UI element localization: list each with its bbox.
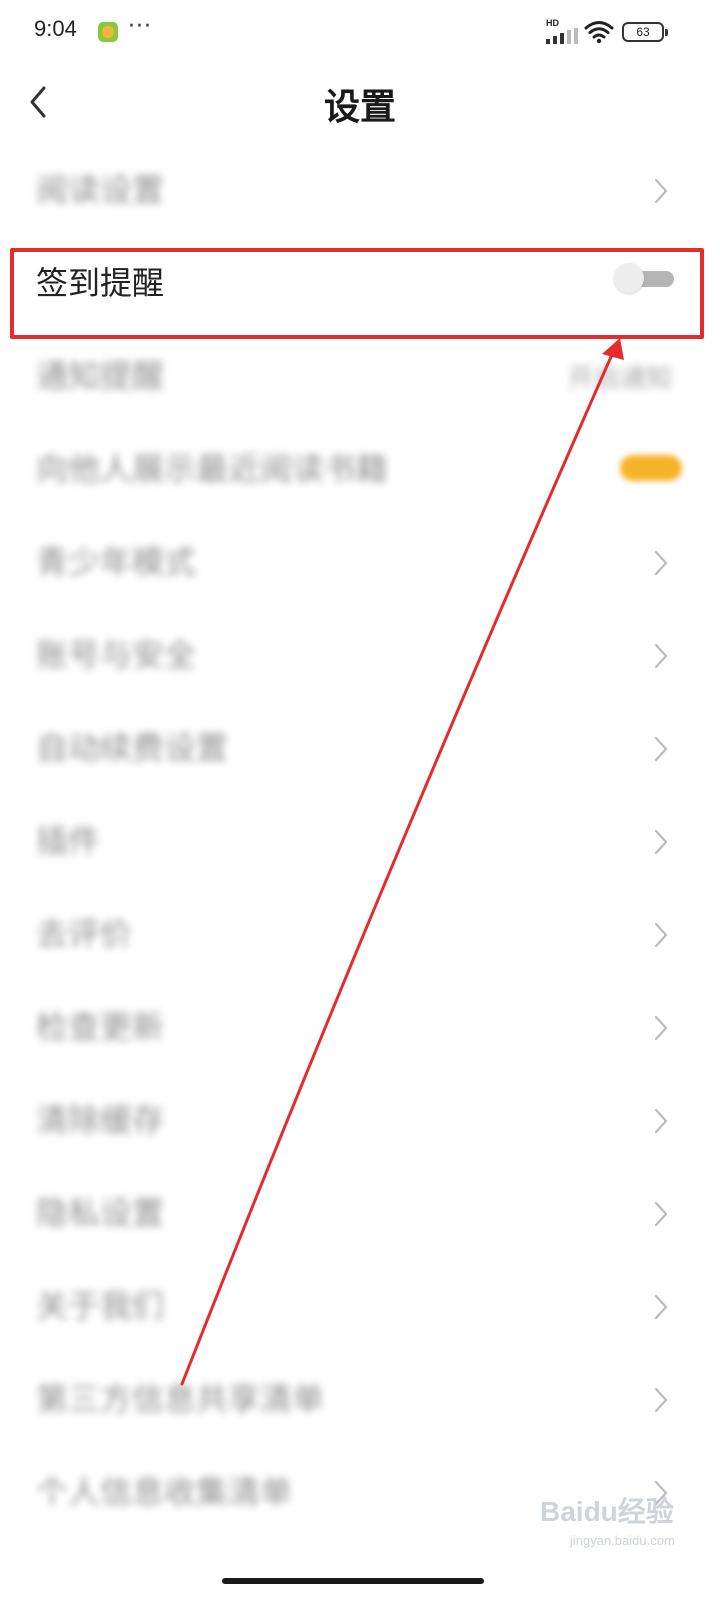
chevron-right-icon — [654, 1201, 668, 1227]
chevron-right-icon — [654, 1294, 668, 1320]
settings-row[interactable]: 通知提醒 开启通知 — [0, 330, 720, 423]
settings-row-value: 开启通知 — [567, 364, 672, 394]
settings-row[interactable]: 隐私设置 — [0, 1167, 720, 1260]
settings-row[interactable]: 检查更新 — [0, 981, 720, 1074]
settings-row-label: 去评价 — [36, 915, 133, 953]
page-title: 设置 — [323, 87, 396, 128]
chevron-right-icon — [654, 550, 668, 576]
settings-row-label: 隐私设置 — [36, 1194, 165, 1232]
settings-row[interactable]: 插件 — [0, 795, 720, 888]
more-notifications-icon: ··· — [128, 14, 152, 39]
settings-row-label: 阅读设置 — [36, 171, 165, 209]
settings-row[interactable]: 自动续费设置 — [0, 702, 720, 795]
settings-row[interactable]: 第三方信息共享清单 — [0, 1353, 720, 1446]
settings-row-label: 自动续费设置 — [36, 729, 229, 767]
settings-row-label: 个人信息收集清单 — [36, 1473, 293, 1511]
settings-row-label: 清除缓存 — [36, 1101, 165, 1139]
settings-row-label: 通知提醒 — [36, 357, 165, 395]
chevron-right-icon — [654, 178, 668, 204]
settings-row[interactable]: 青少年模式 — [0, 516, 720, 609]
sign-in-reminder-toggle[interactable] — [614, 263, 674, 293]
status-time: 9:04 — [34, 16, 77, 41]
chevron-right-icon — [654, 922, 668, 948]
toggle-knob — [614, 263, 644, 293]
settings-list: 阅读设置签到提醒通知提醒 开启通知向他人展示最近阅读书籍 青少年模式账号与安全自动续… — [0, 144, 720, 1539]
settings-row[interactable]: 关于我们 — [0, 1260, 720, 1353]
settings-row[interactable]: 签到提醒 — [0, 237, 720, 330]
settings-row-label: 关于我们 — [36, 1287, 165, 1325]
settings-row[interactable]: 清除缓存 — [0, 1074, 720, 1167]
watermark-url: jingyan.baidu.com — [570, 1533, 675, 1548]
settings-row[interactable]: 阅读设置 — [0, 144, 720, 237]
settings-row[interactable]: 去评价 — [0, 888, 720, 981]
settings-row-label: 第三方信息共享清单 — [36, 1380, 325, 1418]
chevron-right-icon — [654, 1387, 668, 1413]
app-header: 设置 — [0, 64, 720, 144]
settings-row-label: 检查更新 — [36, 1008, 165, 1046]
home-indicator[interactable] — [222, 1578, 484, 1584]
chevron-right-icon — [654, 643, 668, 669]
chevron-right-icon — [654, 1108, 668, 1134]
chevron-right-icon — [654, 1015, 668, 1041]
settings-row-label: 插件 — [36, 822, 101, 860]
settings-row-label: 账号与安全 — [36, 636, 197, 674]
settings-row[interactable]: 向他人展示最近阅读书籍 — [0, 423, 720, 516]
settings-row-label: 青少年模式 — [36, 543, 197, 581]
settings-row-label: 签到提醒 — [36, 264, 165, 302]
chevron-right-icon — [654, 829, 668, 855]
chevron-right-icon — [654, 736, 668, 762]
settings-row-label: 向他人展示最近阅读书籍 — [36, 450, 389, 488]
app-notification-icon — [98, 22, 118, 42]
cellular-signal-icon: HD — [546, 18, 580, 44]
wifi-icon — [584, 21, 614, 44]
battery-icon: 63 — [622, 22, 668, 42]
status-bar: 9:04 ··· HD 63 — [0, 0, 720, 64]
settings-row[interactable]: 账号与安全 — [0, 609, 720, 702]
battery-level: 63 — [636, 25, 650, 39]
hd-badge: HD — [546, 18, 559, 28]
enabled-switch[interactable] — [620, 455, 682, 481]
